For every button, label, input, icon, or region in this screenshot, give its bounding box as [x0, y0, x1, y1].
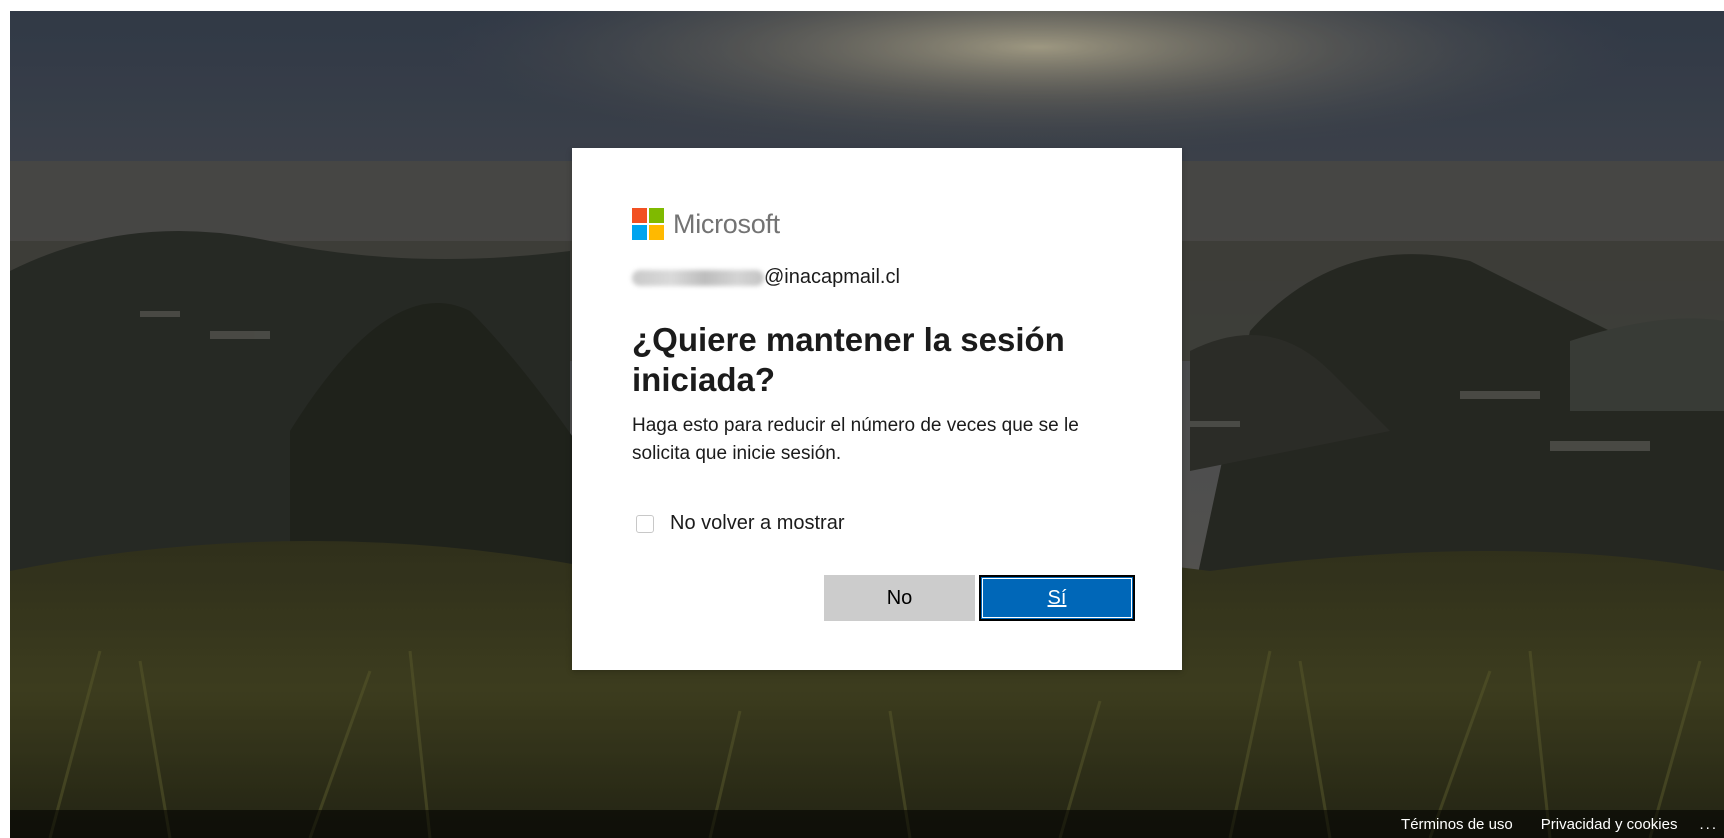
logo-square-green	[649, 208, 664, 223]
brand-name: Microsoft	[673, 208, 780, 239]
page-title: ¿Quiere mantener la sesión iniciada?	[632, 321, 1065, 398]
account-identity: @inacapmail.cl	[632, 266, 900, 289]
stay-signed-in-dialog: Microsoft @inacapmail.cl ¿Quiere mantene…	[572, 148, 1182, 670]
blurred-username	[632, 269, 764, 286]
logo-square-yellow	[649, 225, 664, 240]
privacy-link[interactable]: Privacidad y cookies	[1541, 816, 1678, 833]
terms-link[interactable]: Términos de uso	[1401, 816, 1513, 833]
logo-square-red	[632, 208, 647, 223]
more-options-button[interactable]: ...	[1699, 816, 1718, 833]
email-domain: @inacapmail.cl	[764, 266, 900, 288]
footer: Términos de uso Privacidad y cookies ...	[10, 810, 1724, 838]
microsoft-logo-icon	[632, 208, 664, 240]
dont-show-again-option[interactable]: No volver a mostrar	[636, 512, 845, 535]
brand: Microsoft	[632, 208, 780, 240]
no-button[interactable]: No	[824, 575, 975, 621]
yes-button[interactable]: Sí	[979, 575, 1135, 621]
dont-show-again-label: No volver a mostrar	[670, 512, 845, 534]
logo-square-blue	[632, 225, 647, 240]
description-text: Haga esto para reducir el número de vece…	[632, 415, 1079, 464]
sign-in-page: Microsoft @inacapmail.cl ¿Quiere mantene…	[10, 11, 1724, 838]
dont-show-again-checkbox[interactable]	[636, 514, 654, 533]
